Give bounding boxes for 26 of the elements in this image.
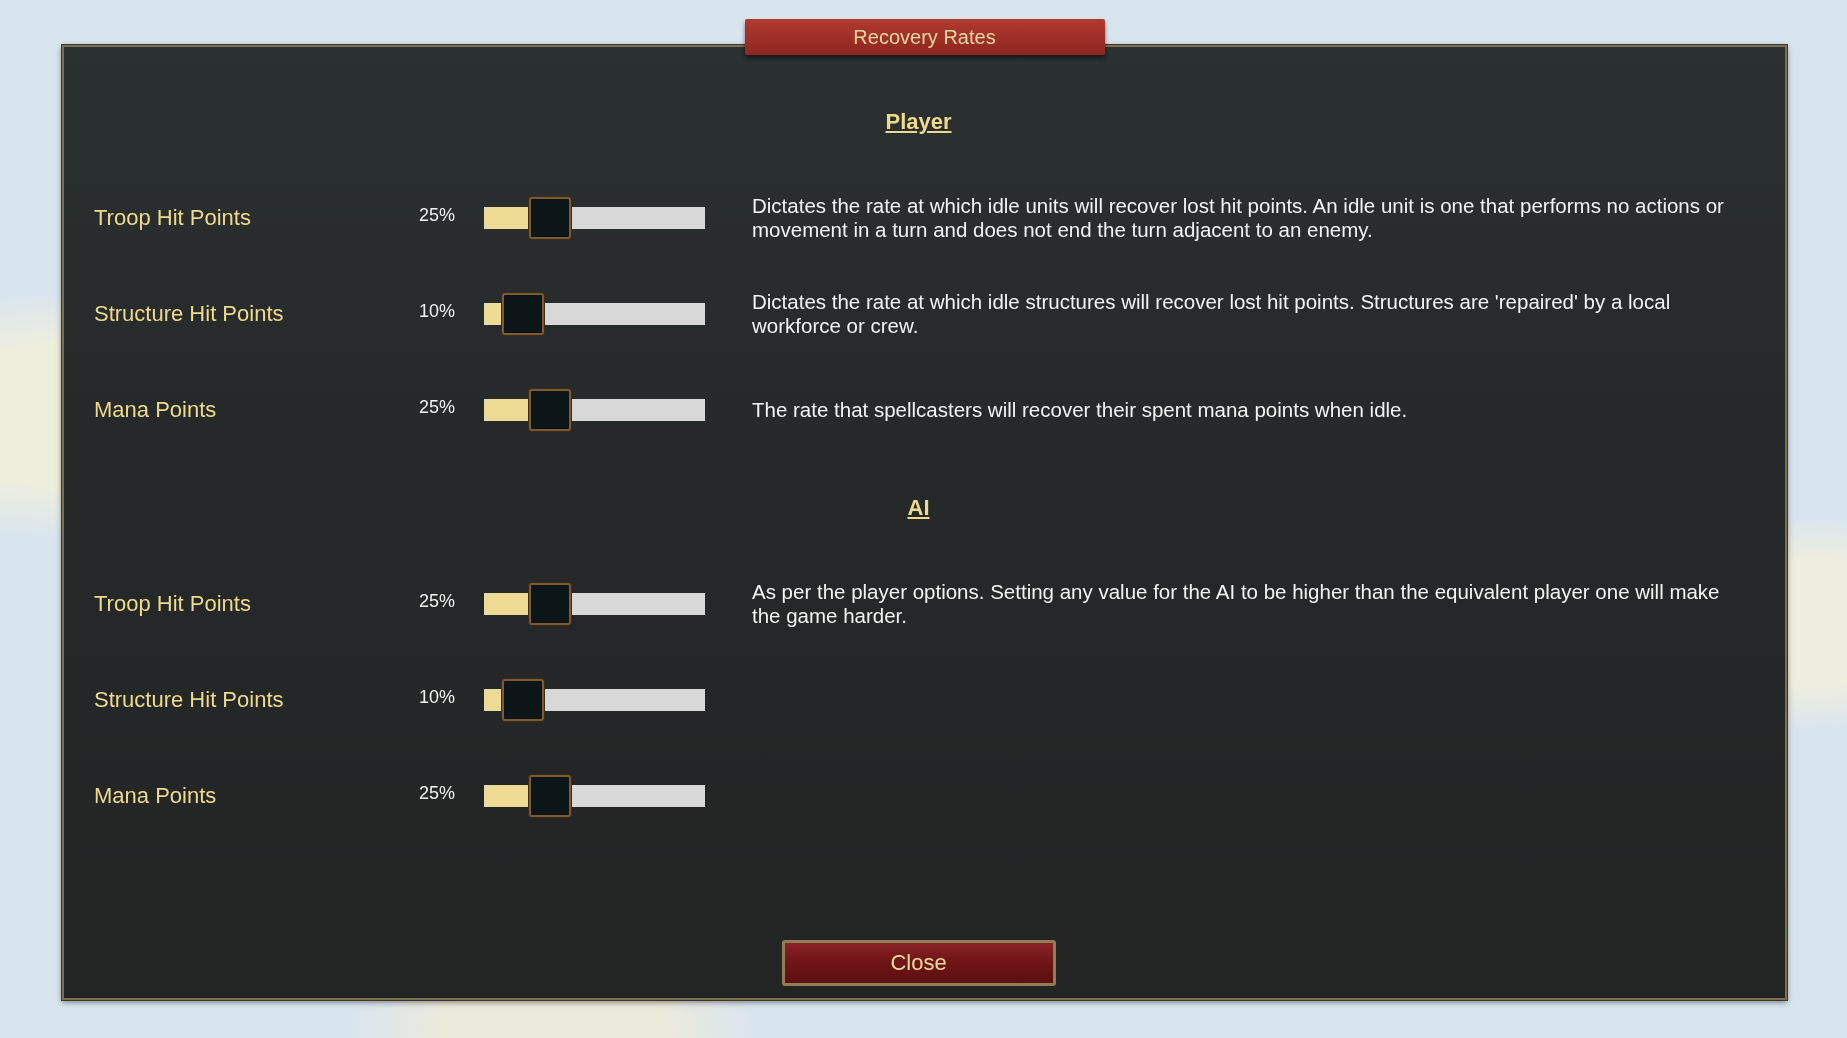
description-text: Dictates the rate at which idle structures will recover lost hit points. Structures are 'repaired' by a local workforce or crew.	[752, 290, 1672, 338]
title-banner: Recovery Rates	[744, 19, 1105, 55]
percent-value: 25%	[417, 590, 455, 612]
description-text: As per the player options. Setting any value for the AI to be higher than the equivalent player one will make the game harder.	[752, 580, 1721, 628]
setting-label: Troop Hit Points	[93, 591, 252, 617]
percent-value: 10%	[417, 300, 455, 322]
close-button[interactable]: Close	[781, 940, 1056, 986]
percent-value: 10%	[417, 686, 455, 708]
slider-thumb[interactable]	[528, 583, 571, 625]
slider-thumb[interactable]	[528, 775, 571, 817]
setting-label: Structure Hit Points	[93, 687, 285, 713]
percent-value: 25%	[417, 396, 455, 418]
section-heading: Player	[885, 109, 952, 135]
setting-label: Structure Hit Points	[93, 301, 285, 327]
slider-thumb[interactable]	[501, 679, 544, 721]
description-text: Dictates the rate at which idle units will recover lost hit points. An idle unit is one that performs no actions or movement in a turn and does not end the turn adjacent to an enemy.	[752, 194, 1725, 242]
section-heading: AI	[907, 495, 930, 521]
slider-thumb[interactable]	[501, 293, 544, 335]
percent-value: 25%	[417, 204, 455, 226]
slider-thumb[interactable]	[528, 389, 571, 431]
slider-thumb[interactable]	[528, 197, 571, 239]
percent-value: 25%	[417, 782, 455, 804]
setting-label: Mana Points	[93, 397, 218, 423]
setting-label: Mana Points	[93, 783, 218, 809]
description-text: The rate that spellcasters will recover their spent mana points when idle.	[752, 398, 1409, 422]
setting-label: Troop Hit Points	[93, 205, 252, 231]
